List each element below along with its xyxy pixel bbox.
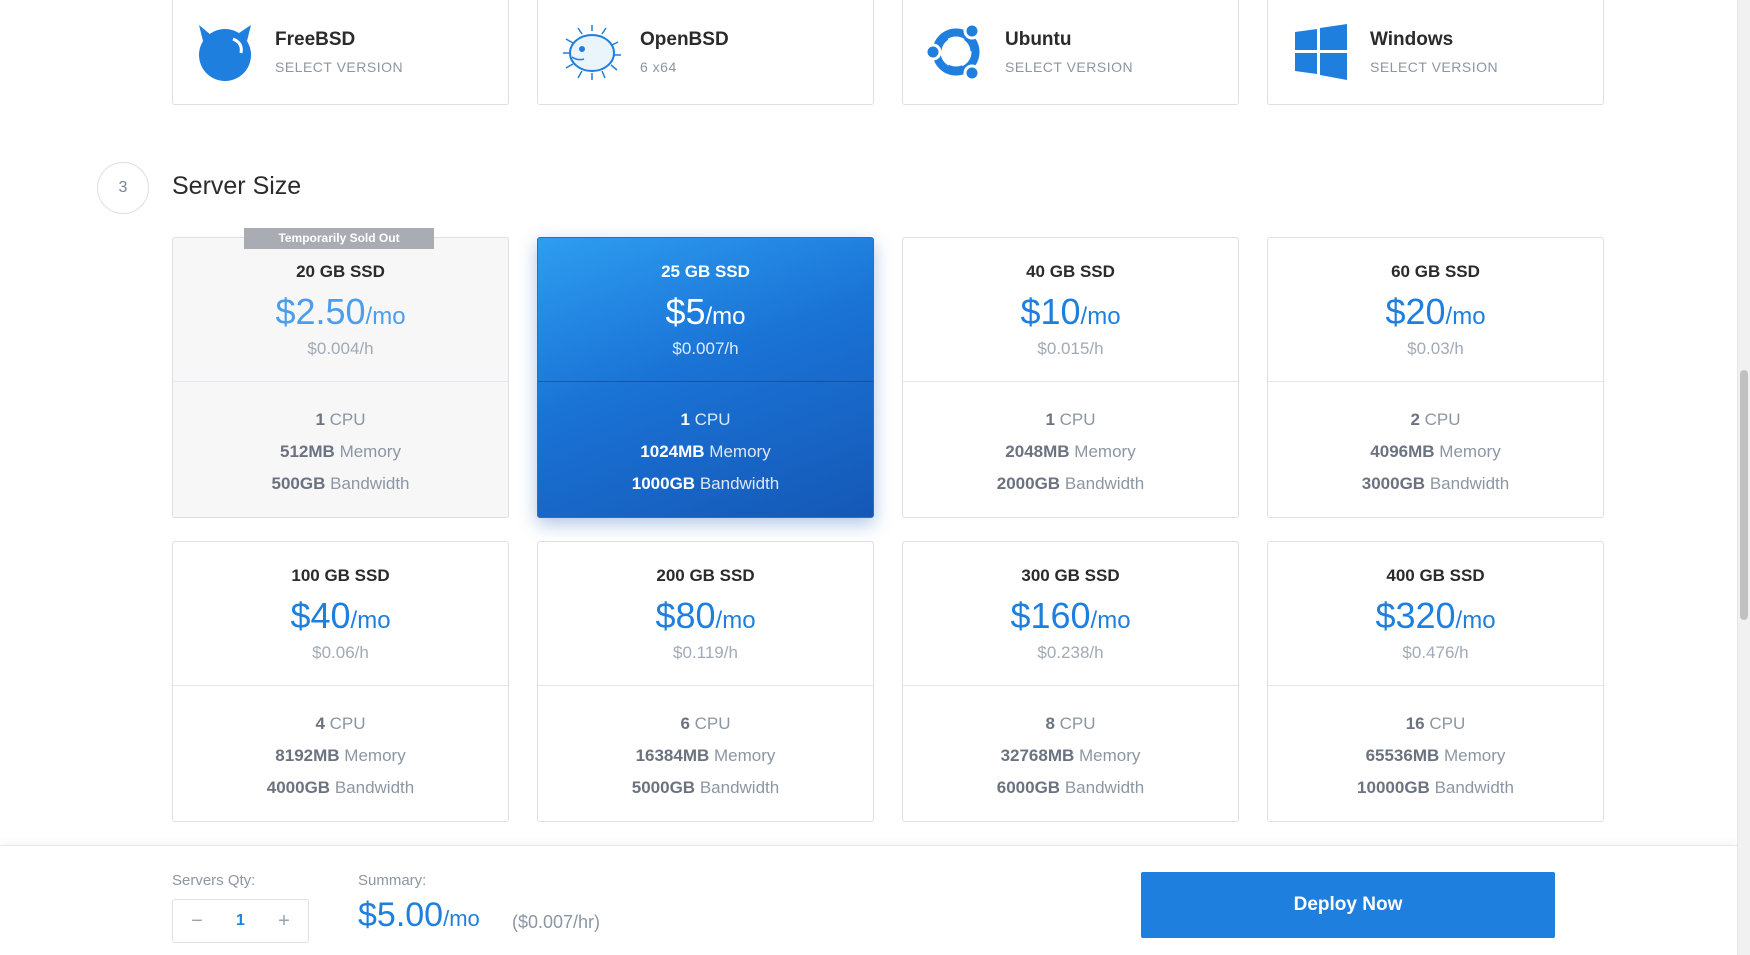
quantity-stepper: − 1 +	[172, 899, 309, 943]
plan-hourly-price: $0.007/h	[672, 339, 739, 358]
os-version-hint: SELECT VERSION	[1005, 59, 1134, 75]
summary-hourly-price: ($0.007/hr)	[512, 912, 601, 932]
plan-card-100gb[interactable]: 100 GB SSD $40/mo $0.06/h 4 CPU 8192MB M…	[172, 541, 509, 822]
plan-card-300gb[interactable]: 300 GB SSD $160/mo $0.238/h 8 CPU 32768M…	[902, 541, 1239, 822]
plan-hourly-price: $0.06/h	[312, 643, 369, 662]
plan-price: $160/mo	[1010, 595, 1131, 636]
decrement-button[interactable]: −	[187, 910, 207, 933]
quantity-value[interactable]: 1	[236, 912, 245, 930]
os-name: OpenBSD	[640, 29, 729, 50]
plan-price: $5/mo	[665, 291, 746, 332]
os-version-hint: SELECT VERSION	[275, 59, 404, 75]
order-summary-bar: Servers Qty: − 1 + Summary: $5.00/mo ($0…	[0, 845, 1737, 955]
openbsd-icon	[558, 19, 624, 85]
windows-icon	[1288, 19, 1354, 85]
plan-specs: 1 CPU 2048MB Memory 2000GB Bandwidth	[996, 410, 1145, 493]
plan-specs: 1 CPU 1024MB Memory 1000GB Bandwidth	[631, 410, 780, 493]
scrollbar[interactable]	[1737, 0, 1750, 955]
sold-out-badge: Temporarily Sold Out	[244, 228, 434, 249]
deploy-now-button[interactable]: Deploy Now	[1141, 872, 1555, 938]
plan-price: $10/mo	[1020, 291, 1121, 332]
plan-price: $80/mo	[655, 595, 756, 636]
scrollbar-thumb[interactable]	[1740, 370, 1748, 620]
plan-price: $40/mo	[290, 595, 391, 636]
plan-price: $2.50/mo	[275, 291, 406, 332]
summary-label: Summary:	[358, 872, 427, 889]
plan-card-40gb[interactable]: 40 GB SSD $10/mo $0.015/h 1 CPU 2048MB M…	[902, 237, 1239, 518]
plan-storage: 60 GB SSD	[1391, 262, 1480, 281]
plan-card-20gb[interactable]: Temporarily Sold Out 20 GB SSD $2.50/mo …	[172, 228, 509, 518]
plan-specs: 16 CPU 65536MB Memory 10000GB Bandwidth	[1357, 714, 1514, 797]
plan-hourly-price: $0.119/h	[673, 643, 738, 662]
plan-storage: 20 GB SSD	[296, 262, 385, 281]
plan-hourly-price: $0.476/h	[1402, 643, 1469, 662]
os-name: FreeBSD	[275, 29, 356, 50]
plan-storage: 300 GB SSD	[1021, 566, 1120, 585]
os-selection-row: FreeBSD SELECT VERSION OpenBSD 6 x64 Ubu…	[172, 0, 1604, 105]
plan-storage: 100 GB SSD	[291, 566, 390, 585]
plan-hourly-price: $0.015/h	[1037, 339, 1104, 358]
os-card-openbsd[interactable]: OpenBSD 6 x64	[537, 0, 874, 105]
plan-hourly-price: $0.004/h	[307, 339, 374, 358]
os-card-windows[interactable]: Windows SELECT VERSION	[1267, 0, 1604, 105]
plan-hourly-price: $0.03/h	[1407, 339, 1464, 358]
servers-qty-label: Servers Qty:	[172, 872, 256, 889]
plan-card-200gb[interactable]: 200 GB SSD $80/mo $0.119/h 6 CPU 16384MB…	[537, 541, 874, 822]
plan-card-25gb[interactable]: 25 GB SSD $5/mo $0.007/h 1 CPU 1024MB Me…	[537, 237, 874, 518]
summary-price: $5.00/mo	[358, 896, 480, 934]
plan-specs: 6 CPU 16384MB Memory 5000GB Bandwidth	[631, 714, 780, 797]
plan-storage: 40 GB SSD	[1026, 262, 1115, 281]
plan-specs: 2 CPU 4096MB Memory 3000GB Bandwidth	[1361, 410, 1510, 493]
plan-specs: 1 CPU 512MB Memory 500GB Bandwidth	[271, 410, 410, 493]
plan-specs: 8 CPU 32768MB Memory 6000GB Bandwidth	[996, 714, 1145, 797]
os-card-ubuntu[interactable]: Ubuntu SELECT VERSION	[902, 0, 1239, 105]
plan-card-60gb[interactable]: 60 GB SSD $20/mo $0.03/h 2 CPU 4096MB Me…	[1267, 237, 1604, 518]
ubuntu-icon	[923, 19, 989, 85]
server-size-grid: Temporarily Sold Out 20 GB SSD $2.50/mo …	[172, 228, 1604, 822]
step-number: 3	[97, 162, 149, 214]
os-version-hint: SELECT VERSION	[1370, 59, 1499, 75]
increment-button[interactable]: +	[274, 910, 294, 933]
plan-price: $20/mo	[1385, 291, 1486, 332]
section-title: Server Size	[172, 172, 302, 200]
plan-storage: 400 GB SSD	[1386, 566, 1485, 585]
os-card-freebsd[interactable]: FreeBSD SELECT VERSION	[172, 0, 509, 105]
os-name: Ubuntu	[1005, 29, 1072, 50]
os-name: Windows	[1370, 29, 1454, 50]
plan-hourly-price: $0.238/h	[1037, 643, 1104, 662]
plan-storage: 25 GB SSD	[661, 262, 750, 281]
os-version-hint: 6 x64	[640, 59, 677, 75]
plan-price: $320/mo	[1375, 595, 1496, 636]
freebsd-icon	[193, 19, 259, 85]
plan-card-400gb[interactable]: 400 GB SSD $320/mo $0.476/h 16 CPU 65536…	[1267, 541, 1604, 822]
plan-storage: 200 GB SSD	[656, 566, 755, 585]
plan-specs: 4 CPU 8192MB Memory 4000GB Bandwidth	[266, 714, 415, 797]
